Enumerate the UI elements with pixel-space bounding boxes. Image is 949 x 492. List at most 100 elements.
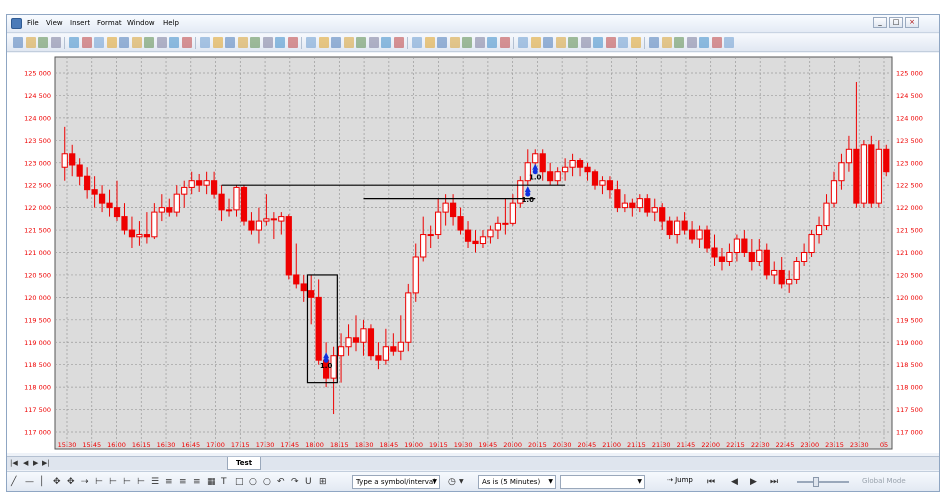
drawing-tool-icon[interactable]: ≡ — [193, 476, 201, 488]
toolbar-tool-icon[interactable] — [381, 37, 391, 48]
toolbar-tool-icon[interactable] — [250, 37, 260, 48]
drawing-tool-icon[interactable]: ⊢ — [123, 476, 131, 488]
drawing-tool-icon[interactable]: — — [25, 476, 34, 488]
toolbar-tool-icon[interactable] — [343, 37, 354, 48]
toolbar-tool-icon[interactable] — [618, 37, 628, 48]
toolbar-tool-icon[interactable] — [724, 37, 734, 48]
menu-window[interactable]: Window — [127, 19, 155, 27]
tab-test[interactable]: Test — [227, 457, 261, 470]
toolbar-tool-icon[interactable] — [530, 37, 541, 48]
toolbar-tool-icon[interactable] — [661, 37, 672, 48]
tab-next-icon[interactable]: ▶ — [33, 459, 38, 467]
toolbar-tool-icon[interactable] — [711, 37, 722, 48]
speed-slider-thumb[interactable] — [813, 477, 819, 487]
toolbar-tool-icon[interactable] — [200, 37, 210, 48]
price-chart[interactable]: 125 000 125 000 124 500 124 500 124 000 124 0… — [7, 53, 939, 453]
toolbar-tool-icon[interactable] — [131, 37, 142, 48]
toolbar-tool-icon[interactable] — [262, 37, 273, 48]
toolbar-tool-icon[interactable] — [356, 37, 366, 48]
drawing-tool-icon[interactable]: ☰ — [151, 476, 159, 488]
toolbar-tool-icon[interactable] — [13, 37, 23, 48]
drawing-tool-icon[interactable]: ↷ — [291, 476, 299, 488]
toolbar-tool-icon[interactable] — [674, 37, 684, 48]
drawing-tool-icon[interactable]: ╱ — [11, 476, 16, 488]
toolbar-tool-icon[interactable] — [649, 37, 659, 48]
clock-icon[interactable]: ◷ — [448, 476, 456, 488]
toolbar-tool-icon[interactable] — [287, 37, 298, 48]
drawing-tool-icon[interactable]: T — [221, 476, 227, 488]
toolbar-tool-icon[interactable] — [449, 37, 460, 48]
tab-first-icon[interactable]: |◀ — [10, 459, 18, 467]
drawing-tool-icon[interactable]: ≡ — [179, 476, 187, 488]
global-mode-button[interactable]: Global Mode — [862, 477, 906, 485]
toolbar-tool-icon[interactable] — [144, 37, 154, 48]
toolbar-tool-icon[interactable] — [686, 37, 697, 48]
toolbar-tool-icon[interactable] — [474, 37, 485, 48]
play-back-icon[interactable]: ◀ — [731, 476, 738, 488]
drawing-tool-icon[interactable]: ✥ — [53, 476, 61, 488]
menu-file[interactable]: File — [27, 19, 39, 27]
toolbar-tool-icon[interactable] — [69, 37, 79, 48]
toolbar-tool-icon[interactable] — [462, 37, 472, 48]
toolbar-tool-icon[interactable] — [275, 37, 285, 48]
menu-view[interactable]: View — [46, 19, 63, 27]
toolbar-tool-icon[interactable] — [50, 37, 61, 48]
toolbar-tool-icon[interactable] — [412, 37, 422, 48]
toolbar-tool-icon[interactable] — [393, 37, 404, 48]
menu-insert[interactable]: Insert — [70, 19, 90, 27]
drawing-tool-icon[interactable]: ✥ — [67, 476, 75, 488]
toolbar-tool-icon[interactable] — [225, 37, 235, 48]
toolbar-tool-icon[interactable] — [580, 37, 591, 48]
play-first-icon[interactable]: ⏮ — [707, 476, 715, 488]
menu-help[interactable]: Help — [163, 19, 179, 27]
toolbar-tool-icon[interactable] — [306, 37, 316, 48]
toolbar-tool-icon[interactable] — [543, 37, 553, 48]
play-last-icon[interactable]: ⏭ — [770, 476, 778, 488]
toolbar-tool-icon[interactable] — [331, 37, 341, 48]
toolbar-tool-icon[interactable] — [368, 37, 379, 48]
date-input[interactable]: ▼ — [560, 475, 645, 489]
drawing-tool-icon[interactable]: ⊞ — [319, 476, 327, 488]
toolbar-tool-icon[interactable] — [318, 37, 329, 48]
toolbar-tool-icon[interactable] — [605, 37, 616, 48]
drawing-tool-icon[interactable]: □ — [235, 476, 244, 488]
minimize-button[interactable]: _ — [873, 17, 887, 28]
toolbar-tool-icon[interactable] — [181, 37, 192, 48]
toolbar-tool-icon[interactable] — [437, 37, 447, 48]
restore-button[interactable]: □ — [889, 17, 903, 28]
symbol-input[interactable]: Type a symbol/interval ▼ — [352, 475, 440, 489]
toolbar-tool-icon[interactable] — [237, 37, 248, 48]
toolbar-tool-icon[interactable] — [25, 37, 36, 48]
toolbar-tool-icon[interactable] — [156, 37, 167, 48]
menu-format[interactable]: Format — [97, 19, 122, 27]
drawing-tool-icon[interactable]: ≡ — [165, 476, 173, 488]
toolbar-tool-icon[interactable] — [94, 37, 104, 48]
drawing-tool-icon[interactable]: ▦ — [207, 476, 216, 488]
clock-dropdown-icon[interactable]: ▼ — [459, 476, 464, 488]
drawing-tool-icon[interactable]: ⊢ — [109, 476, 117, 488]
drawing-tool-icon[interactable]: U — [305, 476, 312, 488]
tab-prev-icon[interactable]: ◀ — [23, 459, 28, 467]
toolbar-tool-icon[interactable] — [555, 37, 566, 48]
toolbar-tool-icon[interactable] — [568, 37, 578, 48]
toolbar-tool-icon[interactable] — [212, 37, 223, 48]
toolbar-tool-icon[interactable] — [169, 37, 179, 48]
drawing-tool-icon[interactable]: ⊢ — [137, 476, 145, 488]
toolbar-tool-icon[interactable] — [81, 37, 92, 48]
drawing-tool-icon[interactable]: ⇢ — [81, 476, 89, 488]
tab-last-icon[interactable]: ▶| — [42, 459, 50, 467]
play-forward-icon[interactable]: ▶ — [750, 476, 757, 488]
toolbar-tool-icon[interactable] — [424, 37, 435, 48]
toolbar-tool-icon[interactable] — [38, 37, 48, 48]
toolbar-tool-icon[interactable] — [106, 37, 117, 48]
drawing-tool-icon[interactable]: ↶ — [277, 476, 285, 488]
toolbar-tool-icon[interactable] — [499, 37, 510, 48]
chart-panel[interactable]: 125 000 125 000 124 500 124 500 124 000 124 0… — [7, 53, 939, 453]
drawing-tool-icon[interactable]: ○ — [263, 476, 271, 488]
drawing-tool-icon[interactable]: │ — [39, 476, 44, 488]
close-button[interactable]: × — [905, 17, 919, 28]
toolbar-tool-icon[interactable] — [487, 37, 497, 48]
toolbar-tool-icon[interactable] — [699, 37, 709, 48]
speed-slider[interactable] — [797, 481, 849, 483]
toolbar-tool-icon[interactable] — [630, 37, 641, 48]
